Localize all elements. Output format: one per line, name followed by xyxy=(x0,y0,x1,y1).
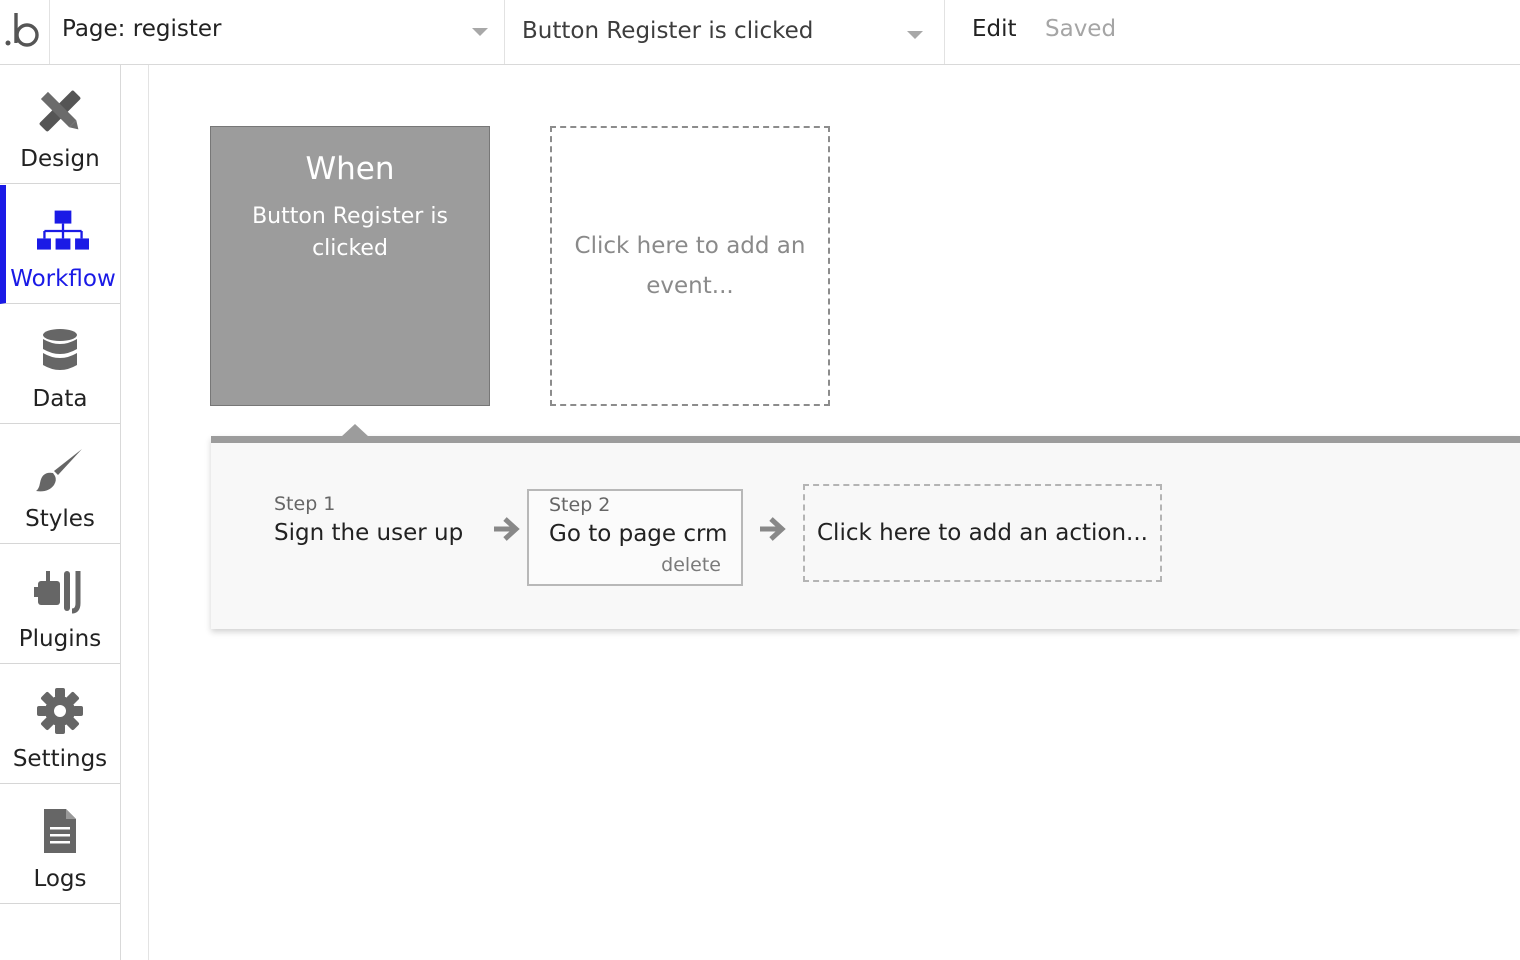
workflow-tree-icon xyxy=(37,205,89,257)
paintbrush-icon xyxy=(34,445,86,497)
sidebar-item-settings[interactable]: Settings xyxy=(0,665,120,784)
step-title: Go to page crm xyxy=(549,521,728,547)
arrow-right-icon xyxy=(494,517,520,541)
event-selector[interactable]: Button Register is clicked xyxy=(505,0,945,64)
step-number: Step 2 xyxy=(549,494,611,516)
sidebar-item-label: Styles xyxy=(25,506,95,532)
arrow-right-icon xyxy=(760,517,786,541)
design-tools-icon xyxy=(34,85,86,137)
plugin-icon xyxy=(34,565,86,617)
workflow-step-2[interactable]: Step 2 Go to page crm delete xyxy=(527,489,743,586)
gear-icon xyxy=(34,685,86,737)
edit-menu[interactable]: Edit xyxy=(972,16,1017,42)
database-icon xyxy=(34,325,86,377)
step-title: Sign the user up xyxy=(274,520,464,546)
step-number: Step 1 xyxy=(274,493,336,515)
page-selector-label: Page: register xyxy=(62,16,222,42)
event-card-description: Button Register is clicked xyxy=(252,204,448,261)
sidebar-item-design[interactable]: Design xyxy=(0,65,120,184)
sidebar-item-label: Workflow xyxy=(10,266,116,292)
sidebar-item-plugins[interactable]: Plugins xyxy=(0,545,120,664)
add-event-button[interactable]: Click here to add an event... xyxy=(550,126,830,406)
document-icon xyxy=(34,805,86,857)
bubble-logo-icon[interactable] xyxy=(0,0,50,64)
add-event-label: Click here to add an event... xyxy=(574,233,806,299)
sidebar: Design Workflow Data Styles Plugins Sett… xyxy=(0,65,121,960)
event-selector-label: Button Register is clicked xyxy=(522,18,814,44)
sidebar-item-label: Data xyxy=(32,386,88,412)
top-bar: Page: register Button Register is clicke… xyxy=(0,0,1520,65)
sidebar-item-workflow[interactable]: Workflow xyxy=(0,185,120,304)
chevron-down-icon xyxy=(907,31,923,39)
add-action-button[interactable]: Click here to add an action... xyxy=(803,484,1162,582)
sidebar-item-label: Design xyxy=(20,146,100,172)
sidebar-item-logs[interactable]: Logs xyxy=(0,785,120,904)
panel-pointer xyxy=(341,424,369,437)
sidebar-item-data[interactable]: Data xyxy=(0,305,120,424)
sidebar-item-label: Logs xyxy=(33,866,87,892)
event-card[interactable]: When Button Register is clicked xyxy=(210,126,490,406)
sidebar-item-label: Settings xyxy=(12,746,108,772)
delete-step-button[interactable]: delete xyxy=(661,554,721,576)
add-action-label: Click here to add an action... xyxy=(817,520,1148,546)
save-status: Saved xyxy=(1045,16,1117,42)
sidebar-gutter xyxy=(121,65,149,960)
sidebar-item-styles[interactable]: Styles xyxy=(0,425,120,544)
page-selector[interactable]: Page: register xyxy=(50,0,505,64)
workflow-step-1[interactable]: Step 1 Sign the user up xyxy=(274,490,484,570)
chevron-down-icon xyxy=(472,28,488,36)
event-card-heading: When xyxy=(305,151,395,187)
sidebar-item-label: Plugins xyxy=(18,626,102,652)
